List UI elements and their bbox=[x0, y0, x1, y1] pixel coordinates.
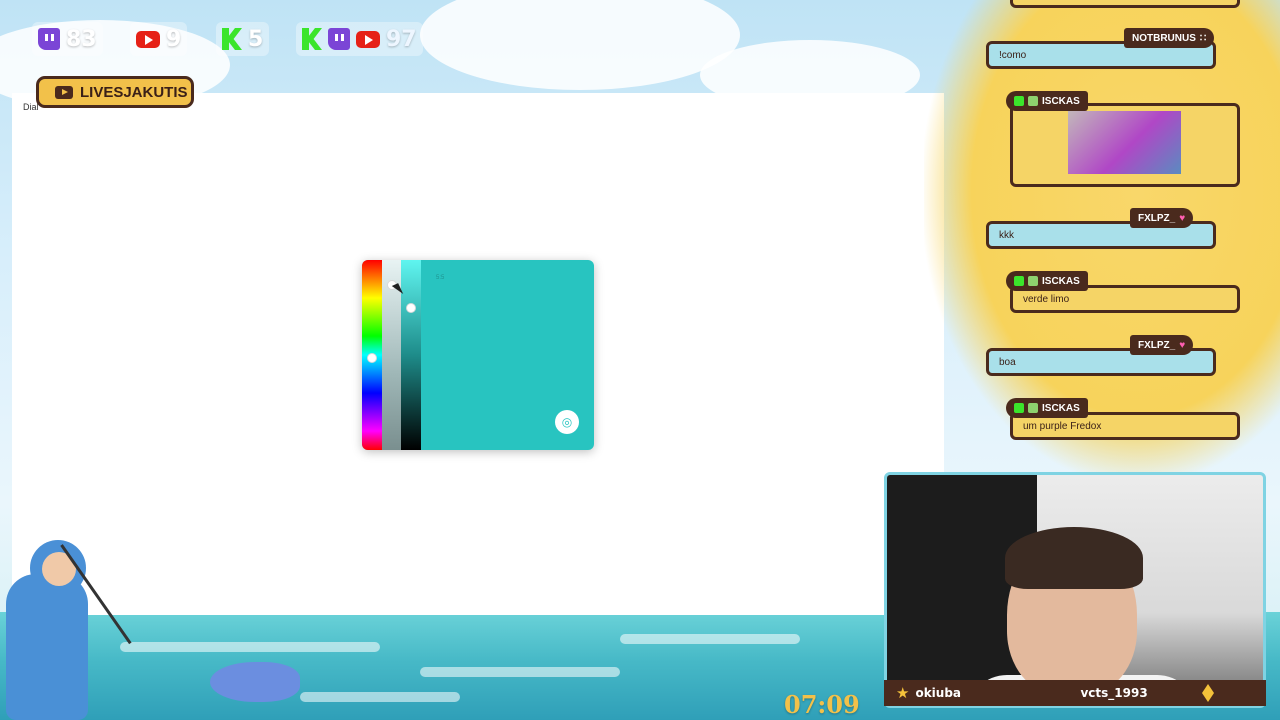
cloud bbox=[420, 0, 740, 90]
value-slider[interactable] bbox=[401, 260, 421, 450]
total-viewer-count: 97 bbox=[296, 22, 423, 56]
kick-viewer-count: 5 bbox=[216, 22, 270, 56]
value-handle[interactable] bbox=[406, 303, 416, 313]
heart-icon: ♥ bbox=[1179, 212, 1186, 224]
chat-username-tag: ISCKAS bbox=[1006, 398, 1088, 418]
twitch-icon bbox=[328, 28, 350, 50]
hue-handle[interactable] bbox=[367, 353, 377, 363]
badge-icon bbox=[1028, 403, 1038, 413]
diamond-icon bbox=[1202, 684, 1214, 702]
webcam-feed bbox=[884, 472, 1266, 708]
hex-label: 5:5 bbox=[436, 275, 445, 281]
badge-icon bbox=[1028, 276, 1038, 286]
chat-username-tag: ISCKAS bbox=[1006, 91, 1088, 111]
chat-username-tag: FXLPZ_ ♥ bbox=[1130, 208, 1194, 228]
star-icon: ★ bbox=[896, 684, 910, 702]
heart-icon: ♥ bbox=[1179, 339, 1186, 351]
chat-username-tag: ISCKAS bbox=[1006, 271, 1088, 291]
kick-icon bbox=[222, 28, 242, 50]
badge-icon bbox=[1014, 403, 1024, 413]
badge-icon bbox=[1014, 276, 1024, 286]
webcam-person-hair bbox=[1005, 527, 1143, 589]
panel-title: Dial bbox=[23, 102, 39, 112]
badge-icon bbox=[1028, 96, 1038, 106]
fish-mascot bbox=[210, 662, 300, 702]
twitch-icon bbox=[38, 28, 60, 50]
youtube-icon bbox=[356, 30, 380, 48]
mascot-body bbox=[6, 574, 88, 720]
youtube-icon bbox=[55, 85, 73, 99]
badge-icon bbox=[1014, 96, 1024, 106]
twitch-viewer-count: 83 bbox=[32, 22, 103, 56]
youtube-viewer-count: 9 bbox=[130, 22, 188, 56]
chat-message-partial bbox=[1010, 0, 1240, 8]
chat-username-tag: FXLPZ_ ♥ bbox=[1130, 335, 1194, 355]
stream-clock: 07:09 bbox=[784, 690, 860, 719]
eyedropper-button[interactable]: ◎ bbox=[555, 410, 579, 434]
chat-image bbox=[1068, 111, 1181, 174]
channel-badge: LIVESJAKUTIS bbox=[36, 76, 194, 108]
youtube-icon bbox=[136, 30, 160, 48]
kick-icon bbox=[302, 28, 322, 50]
badge-icon: ∷ bbox=[1199, 32, 1207, 44]
webcam-name-bar: ★ okiuba vcts_1993 bbox=[884, 680, 1266, 706]
eyedropper-icon: ◎ bbox=[561, 415, 573, 429]
chat-username-tag: NOTBRUNUS ∷ bbox=[1124, 28, 1215, 48]
